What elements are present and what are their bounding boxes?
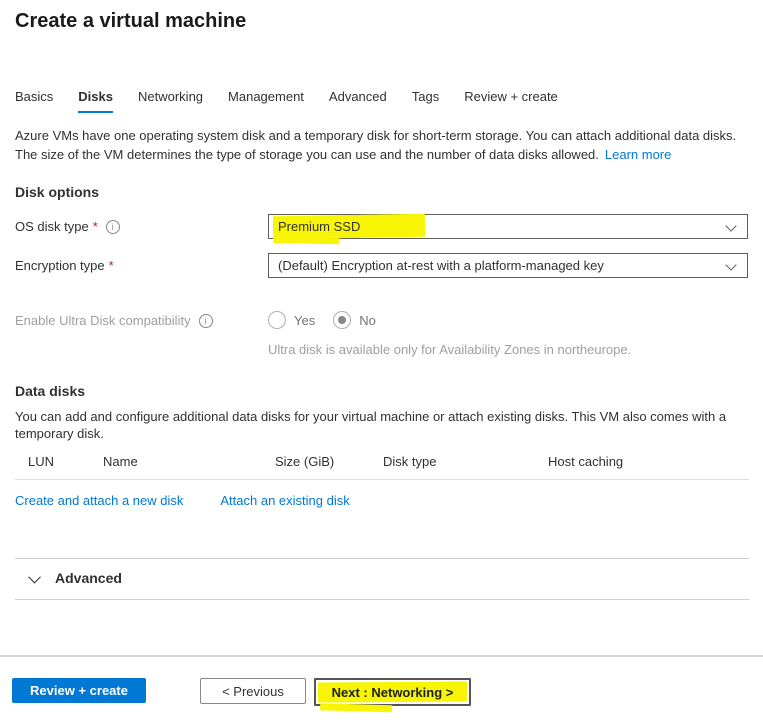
next-networking-label: Next : Networking > [332,685,454,700]
data-disks-description: You can add and configure additional dat… [15,408,748,442]
chevron-down-icon [725,220,736,231]
next-networking-button[interactable]: Next : Networking > [314,678,471,706]
tab-basics[interactable]: Basics [15,89,53,113]
column-disk-type: Disk type [383,454,548,469]
radio-no-label: No [359,313,376,328]
table-divider [15,479,749,480]
required-marker: * [109,258,114,273]
radio-yes-label: Yes [294,313,315,328]
advanced-section-label: Advanced [55,570,122,586]
radio-dot [338,316,346,324]
tab-tags[interactable]: Tags [412,89,439,113]
os-disk-type-label: OS disk type* i [15,214,268,234]
attach-existing-disk-link[interactable]: Attach an existing disk [220,493,349,508]
advanced-section-toggle[interactable]: Advanced [15,558,749,600]
disk-options-heading: Disk options [15,184,748,200]
required-marker: * [93,219,98,234]
tab-management[interactable]: Management [228,89,304,113]
create-new-disk-link[interactable]: Create and attach a new disk [15,493,183,508]
column-lun: LUN [15,454,103,469]
create-vm-page: Create a virtual machine Basics Disks Ne… [0,0,763,723]
ultra-disk-helper-text: Ultra disk is available only for Availab… [268,342,631,357]
tab-networking[interactable]: Networking [138,89,203,113]
column-name: Name [103,454,275,469]
data-disks-table-header: LUN Name Size (GiB) Disk type Host cachi… [15,454,748,469]
wizard-footer: Review + create < Previous Next : Networ… [0,655,763,723]
tab-disks[interactable]: Disks [78,89,113,113]
column-host-caching: Host caching [548,454,748,469]
wizard-tabs: Basics Disks Networking Management Advan… [15,89,748,113]
radio-yes[interactable]: Yes [268,311,315,329]
page-title: Create a virtual machine [15,9,748,33]
data-disks-links: Create and attach a new disk Attach an e… [15,493,748,508]
data-disks-heading: Data disks [15,383,748,399]
review-create-button[interactable]: Review + create [12,678,146,703]
ultra-disk-control: Yes No Ultra disk is available only for … [268,308,631,357]
tab-review-create[interactable]: Review + create [464,89,558,113]
learn-more-link[interactable]: Learn more [605,147,671,162]
ultra-disk-radio-group: Yes No [268,308,631,329]
radio-circle-unselected [268,311,286,329]
encryption-type-value: (Default) Encryption at-rest with a plat… [278,258,604,273]
chevron-down-icon [28,570,41,583]
info-icon[interactable]: i [199,314,213,328]
os-disk-type-dropdown[interactable]: Premium SSD [268,214,748,239]
os-disk-type-row: OS disk type* i Premium SSD [15,214,748,239]
tab-advanced[interactable]: Advanced [329,89,387,113]
radio-circle-selected [333,311,351,329]
encryption-type-label: Encryption type* [15,253,268,273]
radio-no[interactable]: No [333,311,376,329]
disks-tab-description: Azure VMs have one operating system disk… [15,126,748,164]
info-icon[interactable]: i [106,220,120,234]
chevron-down-icon [725,259,736,270]
column-size: Size (GiB) [275,454,383,469]
previous-button[interactable]: < Previous [200,678,306,704]
encryption-type-row: Encryption type* (Default) Encryption at… [15,253,748,278]
encryption-type-dropdown[interactable]: (Default) Encryption at-rest with a plat… [268,253,748,278]
os-disk-type-value: Premium SSD [278,219,360,234]
ultra-disk-row: Enable Ultra Disk compatibility i Yes No… [15,308,748,357]
ultra-disk-label: Enable Ultra Disk compatibility i [15,308,268,328]
